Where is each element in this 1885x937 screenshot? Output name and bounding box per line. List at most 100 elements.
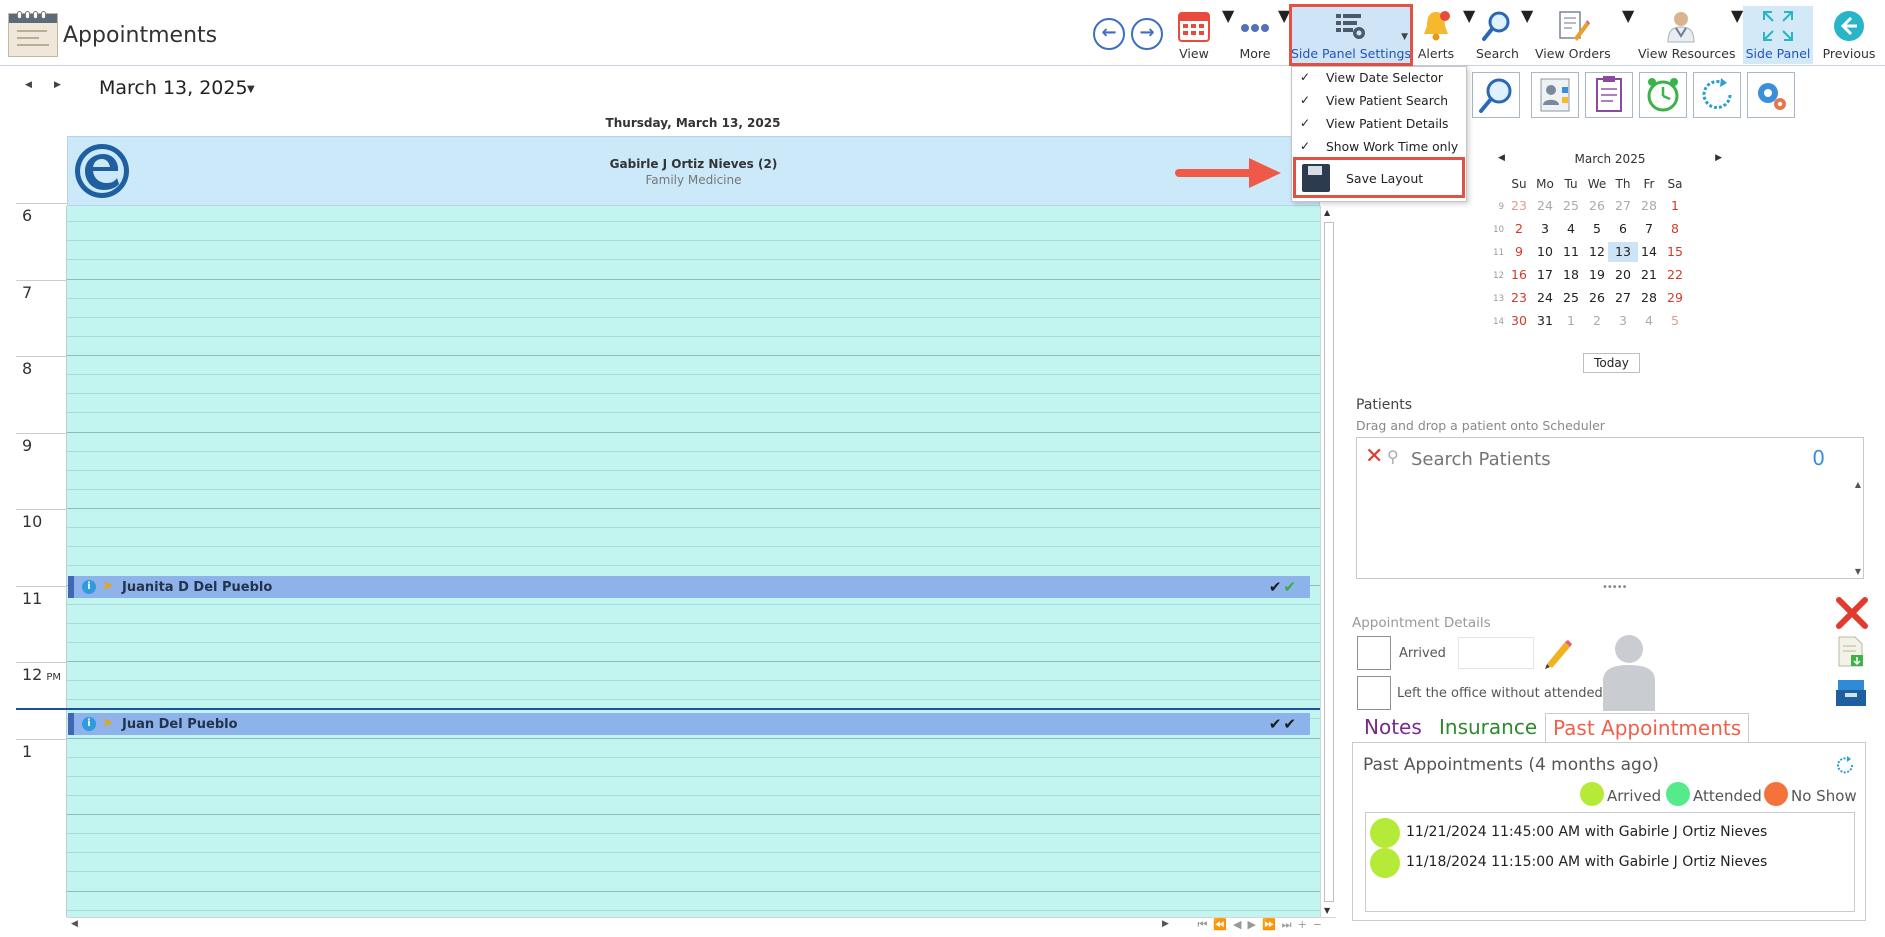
alerts-dropdown-icon[interactable]: ▼: [1463, 6, 1475, 62]
date-prev-icon[interactable]: ◀: [25, 80, 32, 90]
left-without-attended-checkbox[interactable]: [1357, 676, 1391, 710]
calendar-day[interactable]: 8: [1660, 219, 1690, 239]
archive-tray-icon[interactable]: [1834, 676, 1868, 708]
today-button[interactable]: Today: [1583, 353, 1640, 373]
time-slot-line: [67, 909, 1320, 911]
menu-item-show-work-time-only[interactable]: ✓ Show Work Time only: [1292, 136, 1466, 159]
scroll-right-icon[interactable]: ▶: [1162, 919, 1169, 929]
date-selector[interactable]: March 13, 2025: [99, 77, 248, 99]
view-orders-dropdown-icon[interactable]: ▼: [1622, 6, 1634, 62]
view-orders-button[interactable]: View Orders: [1535, 6, 1611, 62]
appointment-juan[interactable]: i ➤ Juan Del Pueblo ✔ ✔: [68, 713, 1310, 735]
back-arrow-button[interactable]: ←: [1093, 18, 1125, 50]
calendar-day[interactable]: 29: [1660, 288, 1690, 308]
settings-gears-icon[interactable]: [1747, 72, 1795, 118]
time-slot-line: [67, 469, 1320, 471]
search-dropdown-icon[interactable]: ▼: [1521, 6, 1533, 62]
time-slot-line: [67, 240, 1320, 242]
calendar-day[interactable]: 5: [1660, 311, 1690, 331]
list-item[interactable]: 11/21/2024 11:45:00 AM with Gabirle J Or…: [1368, 815, 1848, 848]
document-download-icon[interactable]: [1836, 636, 1866, 668]
hour-label: 1: [22, 741, 33, 761]
appointment-juanita[interactable]: i ➤ Juanita D Del Pueblo ✔ ✔: [68, 576, 1310, 598]
patient-card-icon[interactable]: [1531, 72, 1579, 118]
save-layout-menu-item[interactable]: Save Layout: [1293, 157, 1465, 198]
arrived-time-field[interactable]: [1458, 637, 1534, 669]
scroll-up-icon[interactable]: ▲: [1324, 208, 1330, 217]
time-slot-line: [67, 412, 1320, 414]
previous-button[interactable]: Previous: [1820, 6, 1878, 62]
hour-label: 11: [22, 588, 43, 608]
title-bar: Appointments ← → View ▼ More ▼ Side Pane…: [0, 0, 1885, 66]
time-slot-line: [67, 737, 1320, 739]
past-appointments-list[interactable]: 11/21/2024 11:45:00 AM with Gabirle J Or…: [1365, 812, 1855, 912]
scroll-left-icon[interactable]: ◀: [71, 919, 78, 929]
calendar-day[interactable]: 15: [1660, 242, 1690, 262]
alarm-clock-icon[interactable]: [1639, 72, 1687, 118]
side-search-icon[interactable]: [1472, 72, 1520, 118]
scroll-thumb[interactable]: [1324, 222, 1334, 902]
time-slot-line: [67, 871, 1320, 873]
view-dropdown-icon[interactable]: ▼: [1222, 6, 1234, 62]
delete-x-icon[interactable]: [1834, 595, 1870, 631]
more-button[interactable]: More: [1234, 6, 1276, 62]
resource-name: Gabirle J Ortiz Nieves (2): [609, 157, 778, 171]
list-item[interactable]: 11/18/2024 11:15:00 AM with Gabirle J Or…: [1368, 845, 1848, 878]
hour-tick: [16, 432, 67, 434]
date-dropdown-icon[interactable]: ▼: [247, 84, 255, 95]
paper-plane-icon: ➤: [102, 578, 114, 594]
info-icon[interactable]: i: [82, 717, 96, 731]
list-scroll-up-icon[interactable]: ▲: [1855, 480, 1861, 489]
time-slot-line: [67, 852, 1320, 854]
calendar-day[interactable]: 1: [1660, 196, 1690, 216]
time-slot-line: [67, 699, 1320, 701]
view-resources-dropdown-icon[interactable]: ▼: [1731, 6, 1743, 62]
time-slot-line: [67, 527, 1320, 529]
forward-arrow-button[interactable]: →: [1131, 18, 1163, 50]
view-resources-button[interactable]: View Resources: [1638, 6, 1735, 62]
clear-search-icon[interactable]: ✕: [1365, 446, 1383, 468]
arrived-checkbox[interactable]: [1357, 636, 1391, 670]
previous-arrow-icon: [1834, 11, 1864, 41]
clipboard-icon[interactable]: [1585, 72, 1633, 118]
alerts-button[interactable]: Alerts: [1416, 6, 1456, 62]
paper-plane-icon: ➤: [102, 715, 114, 731]
calendar-day[interactable]: 22: [1660, 265, 1690, 285]
list-scroll-down-icon[interactable]: ▼: [1855, 567, 1861, 576]
tab-notes[interactable]: Notes: [1357, 713, 1429, 743]
calendar-next-month-icon[interactable]: ▶: [1715, 153, 1722, 163]
info-icon[interactable]: i: [82, 580, 96, 594]
menu-item-view-patient-search[interactable]: ✓ View Patient Search: [1292, 90, 1466, 113]
time-grid[interactable]: [67, 206, 1320, 917]
search-button[interactable]: Search: [1476, 6, 1519, 62]
date-next-icon[interactable]: ▶: [54, 80, 61, 90]
tab-past-appointments[interactable]: Past Appointments: [1545, 713, 1750, 743]
horizontal-scrollbar[interactable]: ◀ ▶ ⏮⏪◀▶⏩⏭+−: [67, 917, 1336, 933]
legend-arrived-dot: [1580, 782, 1604, 806]
time-slot-line: [67, 335, 1320, 337]
side-panel-button[interactable]: Side Panel: [1743, 6, 1813, 64]
orders-pencil-icon: [1559, 11, 1590, 41]
time-slot-line: [67, 661, 1320, 662]
tab-insurance[interactable]: Insurance: [1432, 713, 1544, 743]
refresh-icon[interactable]: [1693, 72, 1741, 118]
calendar-app-icon: [8, 11, 58, 57]
scheduler-timeline[interactable]: 6 7 8 9 10 11 12 PM 1: [0, 203, 1320, 917]
panel-splitter[interactable]: •••••: [1602, 582, 1627, 593]
vertical-scrollbar[interactable]: ▲ ▼: [1320, 206, 1336, 917]
expand-arrows-icon: [1763, 11, 1793, 41]
view-button[interactable]: View: [1172, 6, 1216, 62]
refresh-icon[interactable]: [1835, 755, 1855, 775]
edit-pencil-icon[interactable]: [1541, 636, 1575, 670]
record-navigator-icons[interactable]: ⏮⏪◀▶⏩⏭+−: [1197, 918, 1328, 932]
hour-tick: [16, 738, 67, 740]
search-patients-input[interactable]: [1411, 447, 1791, 471]
menu-item-view-date-selector[interactable]: ✓ View Date Selector: [1292, 67, 1466, 90]
hour-tick: [16, 585, 67, 587]
menu-item-view-patient-details[interactable]: ✓ View Patient Details: [1292, 113, 1466, 136]
appointment-patient-name: Juanita D Del Pueblo: [122, 580, 273, 595]
time-slot-line: [67, 431, 1320, 433]
patient-results-list[interactable]: ▲ ▼: [1356, 478, 1864, 579]
scroll-down-icon[interactable]: ▼: [1324, 906, 1330, 915]
hour-tick: [16, 279, 67, 281]
